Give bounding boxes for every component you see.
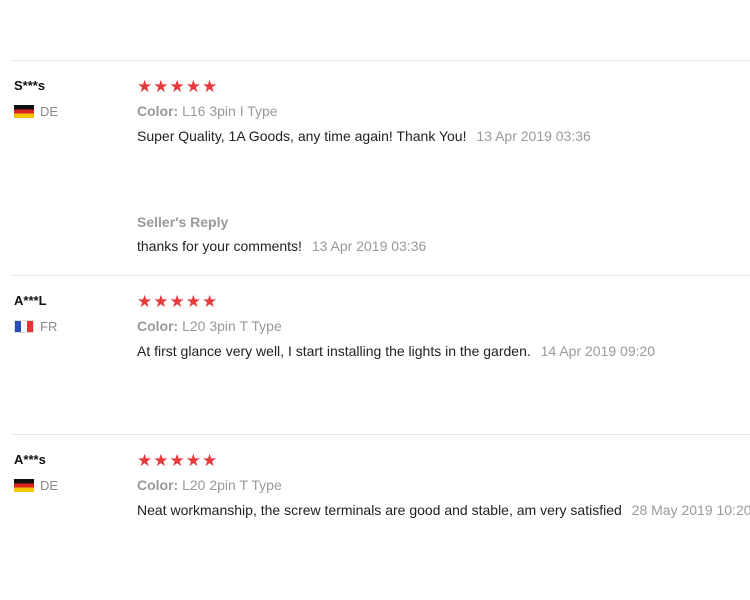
reviewer-country: FR (14, 319, 57, 334)
review-text: Neat workmanship, the screw terminals ar… (137, 502, 750, 518)
seller-reply-text: thanks for your comments! 13 Apr 2019 03… (137, 238, 426, 254)
country-code: DE (40, 104, 59, 119)
star-icon: ★ (169, 77, 185, 96)
star-icon: ★ (185, 451, 201, 470)
germany-flag-icon (14, 105, 34, 118)
review-content: ★ ★ ★ ★ ★ Color: L20 2pin T Type Neat wo… (137, 452, 750, 519)
seller-reply-title: Seller's Reply (137, 214, 229, 230)
review-content: ★ ★ ★ ★ ★ Color: L20 3pin T Type At firs… (137, 293, 740, 360)
review-content: ★ ★ ★ ★ ★ Color: L16 3pin I Type Super Q… (137, 78, 740, 145)
review-divider (12, 434, 750, 435)
review-divider (12, 275, 750, 276)
variant-label: Color: (137, 477, 179, 493)
star-rating: ★ ★ ★ ★ ★ (137, 452, 740, 470)
review-timestamp: 13 Apr 2019 03:36 (476, 128, 591, 144)
reviewer-name: A***s (14, 452, 46, 467)
star-icon: ★ (153, 292, 169, 311)
star-icon: ★ (137, 292, 153, 311)
star-icon: ★ (137, 451, 153, 470)
product-variant: Color: L20 3pin T Type (137, 318, 740, 334)
variant-value: L20 3pin T Type (182, 318, 282, 334)
star-icon: ★ (137, 77, 153, 96)
star-icon: ★ (202, 451, 218, 470)
review-timestamp: 14 Apr 2019 09:20 (540, 343, 656, 359)
review-body: Super Quality, 1A Goods, any time again!… (137, 128, 467, 144)
reviewer-name: S***s (14, 78, 46, 93)
variant-label: Color: (137, 103, 179, 119)
seller-reply-timestamp: 13 Apr 2019 03:36 (311, 238, 427, 254)
country-code: DE (40, 478, 59, 493)
product-variant: Color: L20 2pin T Type (137, 477, 740, 493)
review-text: Super Quality, 1A Goods, any time again!… (137, 128, 740, 144)
review-timestamp: 28 May 2019 10:20 (631, 502, 750, 518)
star-icon: ★ (153, 451, 169, 470)
review-body: At first glance very well, I start insta… (137, 343, 531, 359)
star-icon: ★ (202, 77, 218, 96)
star-icon: ★ (185, 292, 201, 311)
reviewer-country: DE (14, 104, 58, 119)
country-code: FR (40, 319, 58, 334)
star-rating: ★ ★ ★ ★ ★ (137, 78, 740, 96)
reviewer-name: A***L (14, 293, 47, 308)
star-icon: ★ (202, 292, 218, 311)
review-text: At first glance very well, I start insta… (137, 343, 740, 359)
variant-label: Color: (137, 318, 179, 334)
star-icon: ★ (169, 451, 185, 470)
seller-reply-body: thanks for your comments! (137, 238, 302, 254)
review-body: Neat workmanship, the screw terminals ar… (137, 502, 622, 518)
variant-value: L16 3pin I Type (182, 103, 278, 119)
reviewer-country: DE (14, 478, 58, 493)
review-divider (12, 60, 750, 61)
variant-value: L20 2pin T Type (182, 477, 282, 493)
seller-reply: Seller's Reply thanks for your comments!… (137, 214, 426, 254)
germany-flag-icon (14, 479, 34, 492)
star-icon: ★ (153, 77, 169, 96)
france-flag-icon (14, 320, 34, 333)
product-variant: Color: L16 3pin I Type (137, 103, 740, 119)
star-rating: ★ ★ ★ ★ ★ (137, 293, 740, 311)
star-icon: ★ (185, 77, 201, 96)
star-icon: ★ (169, 292, 185, 311)
